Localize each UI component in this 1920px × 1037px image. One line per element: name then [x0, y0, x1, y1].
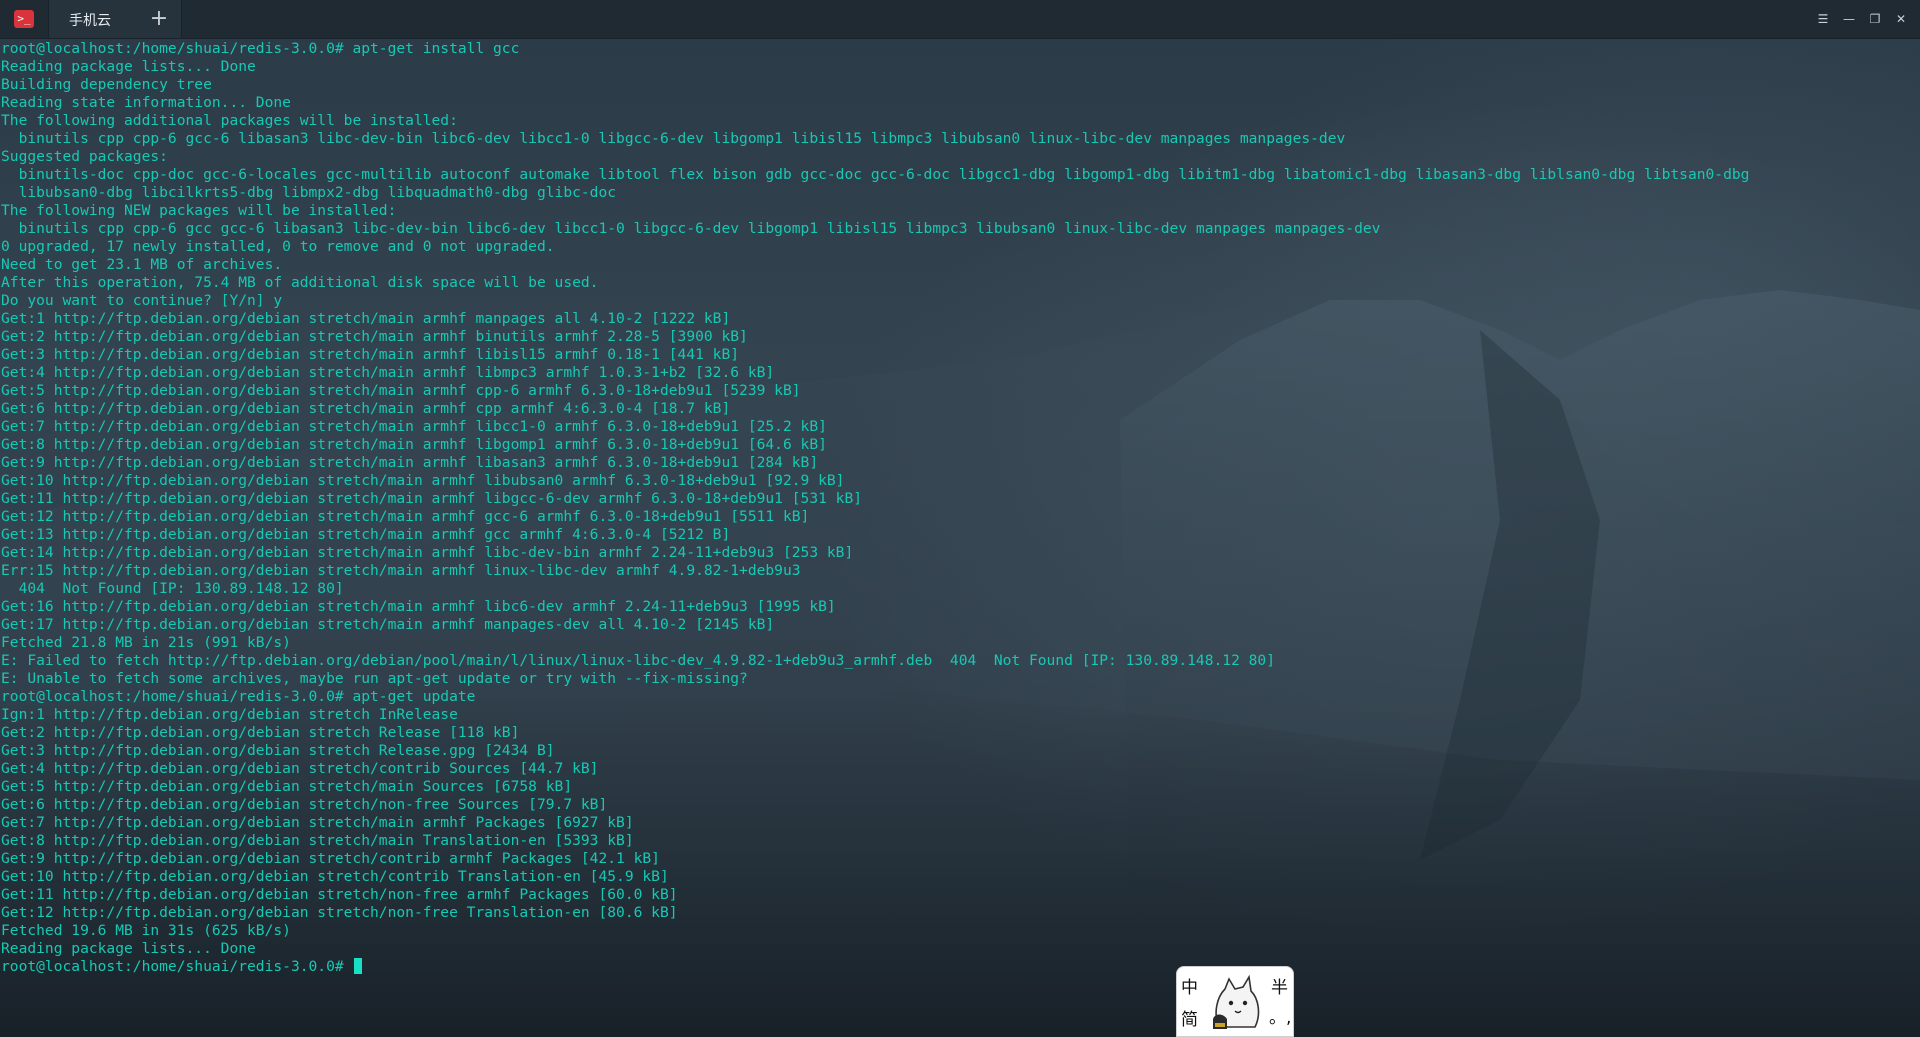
- menu-icon[interactable]: ☰: [1812, 8, 1834, 30]
- terminal-line: Fetched 21.8 MB in 21s (991 kB/s): [1, 634, 291, 651]
- new-tab-button[interactable]: +: [146, 6, 172, 32]
- terminal-line: Building dependency tree: [1, 76, 212, 93]
- close-button[interactable]: ✕: [1890, 8, 1912, 30]
- terminal-line: Reading state information... Done: [1, 94, 291, 111]
- terminal-line: Get:2 http://ftp.debian.org/debian stret…: [1, 724, 520, 741]
- terminal-line: Get:11 http://ftp.debian.org/debian stre…: [1, 490, 863, 507]
- text-cursor: [354, 958, 363, 974]
- terminal-line: Get:12 http://ftp.debian.org/debian stre…: [1, 508, 810, 525]
- terminal-line: Reading package lists... Done: [1, 58, 256, 75]
- terminal-line: Get:14 http://ftp.debian.org/debian stre…: [1, 544, 854, 561]
- terminal-line: Ign:1 http://ftp.debian.org/debian stret…: [1, 706, 458, 723]
- terminal-line: Get:10 http://ftp.debian.org/debian stre…: [1, 472, 845, 489]
- ime-half-width-mode[interactable]: 半: [1271, 973, 1288, 998]
- terminal-line: Get:7 http://ftp.debian.org/debian stret…: [1, 418, 827, 435]
- terminal-line: Err:15 http://ftp.debian.org/debian stre…: [1, 562, 801, 579]
- terminal-line: Reading package lists... Done: [1, 940, 256, 957]
- terminal-output[interactable]: root@localhost:/home/shuai/redis-3.0.0# …: [1, 40, 1749, 976]
- terminal-line: Do you want to continue? [Y/n] y: [1, 292, 283, 309]
- input-method-widget[interactable]: 中 简 半 。,: [1176, 966, 1294, 1037]
- terminal-line: E: Unable to fetch some archives, maybe …: [1, 670, 748, 687]
- terminal-line: Get:5 http://ftp.debian.org/debian stret…: [1, 382, 801, 399]
- terminal-line: root@localhost:/home/shuai/redis-3.0.0# …: [1, 40, 520, 57]
- terminal-line: Get:4 http://ftp.debian.org/debian stret…: [1, 364, 775, 381]
- window-controls: ☰ — ❐ ✕: [1812, 8, 1912, 30]
- terminal-line: Fetched 19.6 MB in 31s (625 kB/s): [1, 922, 291, 939]
- terminal-line: Get:3 http://ftp.debian.org/debian stret…: [1, 346, 740, 363]
- terminal-line: Get:6 http://ftp.debian.org/debian stret…: [1, 400, 731, 417]
- terminal-line: Need to get 23.1 MB of archives.: [1, 256, 283, 273]
- terminal-line: binutils cpp cpp-6 gcc-6 libasan3 libc-d…: [1, 130, 1346, 147]
- terminal-line: Get:8 http://ftp.debian.org/debian stret…: [1, 832, 634, 849]
- terminal-line: Get:2 http://ftp.debian.org/debian stret…: [1, 328, 748, 345]
- terminal-line: Get:1 http://ftp.debian.org/debian stret…: [1, 310, 731, 327]
- terminal-line: E: Failed to fetch http://ftp.debian.org…: [1, 652, 1275, 669]
- terminal-line: Suggested packages:: [1, 148, 168, 165]
- ime-punctuation-mode[interactable]: 。,: [1269, 1003, 1291, 1028]
- terminal-line: Get:12 http://ftp.debian.org/debian stre…: [1, 904, 678, 921]
- terminal-line: After this operation, 75.4 MB of additio…: [1, 274, 599, 291]
- terminal-line: The following additional packages will b…: [1, 112, 458, 129]
- terminal-line: Get:16 http://ftp.debian.org/debian stre…: [1, 598, 836, 615]
- maximize-button[interactable]: ❐: [1864, 8, 1886, 30]
- terminal-line: Get:8 http://ftp.debian.org/debian stret…: [1, 436, 827, 453]
- ime-mascot-icon: [1213, 974, 1260, 1029]
- terminal-line: Get:7 http://ftp.debian.org/debian stret…: [1, 814, 634, 831]
- terminal-line: root@localhost:/home/shuai/redis-3.0.0# …: [1, 688, 476, 705]
- minimize-button[interactable]: —: [1838, 8, 1860, 30]
- terminal-line: Get:9 http://ftp.debian.org/debian stret…: [1, 454, 819, 471]
- terminal-line: 0 upgraded, 17 newly installed, 0 to rem…: [1, 238, 555, 255]
- terminal-line: binutils-doc cpp-doc gcc-6-locales gcc-m…: [1, 166, 1750, 183]
- terminal-line: Get:11 http://ftp.debian.org/debian stre…: [1, 886, 678, 903]
- terminal-line: Get:10 http://ftp.debian.org/debian stre…: [1, 868, 669, 885]
- ime-chinese-mode[interactable]: 中: [1181, 973, 1198, 998]
- terminal-line: 404 Not Found [IP: 130.89.148.12 80]: [1, 580, 344, 597]
- terminal-prompt: root@localhost:/home/shuai/redis-3.0.0#: [1, 958, 353, 975]
- terminal-line: Get:13 http://ftp.debian.org/debian stre…: [1, 526, 731, 543]
- title-bar: >_ 手机云 + ☰ — ❐ ✕: [0, 0, 1920, 39]
- terminal-line: libubsan0-dbg libcilkrts5-dbg libmpx2-db…: [1, 184, 617, 201]
- terminal-line: Get:3 http://ftp.debian.org/debian stret…: [1, 742, 555, 759]
- terminal-line: Get:6 http://ftp.debian.org/debian stret…: [1, 796, 608, 813]
- terminal-window: >_ 手机云 + ☰ — ❐ ✕ root@localhost:/home/sh…: [0, 0, 1920, 1037]
- terminal-app-icon: >_: [14, 10, 34, 28]
- terminal-line: binutils cpp cpp-6 gcc gcc-6 libasan3 li…: [1, 220, 1381, 237]
- terminal-line: Get:4 http://ftp.debian.org/debian stret…: [1, 760, 599, 777]
- terminal-line: The following NEW packages will be insta…: [1, 202, 397, 219]
- tab-label: 手机云: [69, 13, 111, 29]
- terminal-line: Get:9 http://ftp.debian.org/debian stret…: [1, 850, 660, 867]
- terminal-line: Get:17 http://ftp.debian.org/debian stre…: [1, 616, 775, 633]
- terminal-prompt-line[interactable]: root@localhost:/home/shuai/redis-3.0.0#: [1, 958, 1749, 976]
- ime-simplified-mode[interactable]: 简: [1181, 1005, 1198, 1030]
- terminal-line: Get:5 http://ftp.debian.org/debian stret…: [1, 778, 573, 795]
